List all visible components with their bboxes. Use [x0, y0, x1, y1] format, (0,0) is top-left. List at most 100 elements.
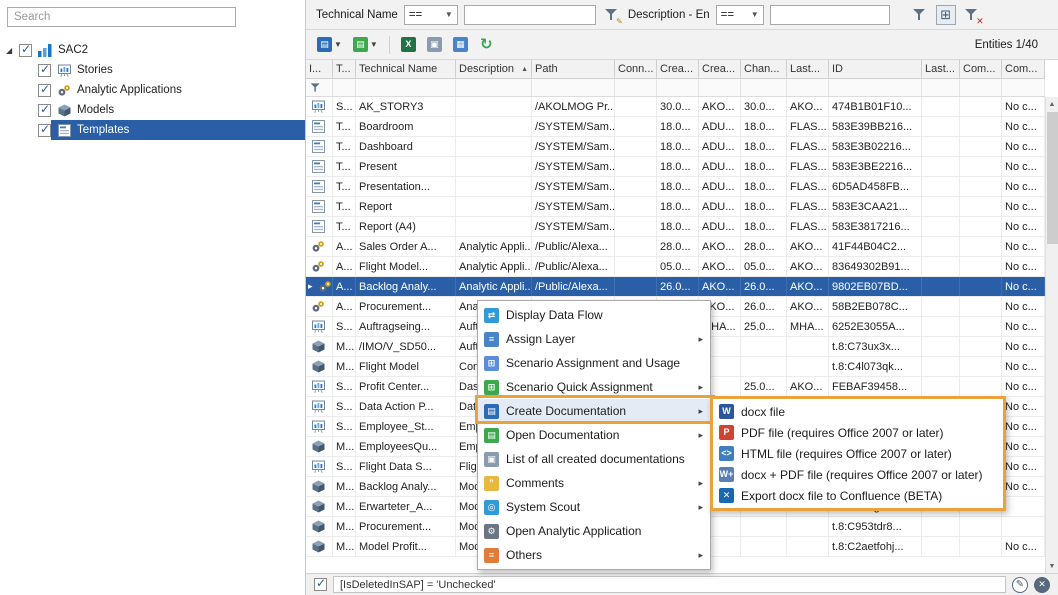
table-row[interactable]: S...AK_STORY3/AKOLMOG Pr...30.0...AKO...… — [306, 97, 1045, 117]
menu-item-pdf-file-requires-office-2007-or-later[interactable]: PPDF file (requires Office 2007 or later… — [713, 422, 1003, 443]
column-header-conn[interactable]: Conn... — [615, 60, 657, 78]
filter-row-cell[interactable] — [922, 79, 960, 96]
edit-filter-icon[interactable]: ✎ — [602, 5, 622, 25]
tree-item-sac2[interactable]: ◢ SAC2 — [0, 40, 305, 60]
column-header-com[interactable]: Com... — [960, 60, 1002, 78]
technical-name-filter-input[interactable] — [464, 5, 596, 25]
menu-item-system-scout[interactable]: ◎System Scout▸ — [478, 495, 710, 519]
column-header-chan[interactable]: Chan... — [741, 60, 787, 78]
tree-item-analytic-applications[interactable]: Analytic Applications — [0, 80, 305, 100]
menu-item-list-of-all-created-documentations[interactable]: ▣List of all created documentations — [478, 447, 710, 471]
remove-filter-expression-button[interactable]: ✕ — [1034, 577, 1050, 593]
cell-icon — [306, 337, 333, 356]
tree-checkbox[interactable] — [38, 124, 51, 137]
create-documentation-button[interactable]: ▤▼ — [314, 34, 345, 56]
column-header-description[interactable]: Description▲ — [456, 60, 532, 78]
cell-technical-name: Dashboard — [356, 137, 456, 156]
filter-icon[interactable] — [910, 5, 930, 25]
status-bar: [IsDeletedInSAP] = 'Unchecked' ✎ ✕ — [306, 573, 1058, 595]
submenu-arrow-icon: ▸ — [698, 550, 703, 561]
menu-item-assign-layer[interactable]: ≡Assign Layer▸ — [478, 327, 710, 351]
tree-checkbox[interactable] — [38, 104, 51, 117]
filter-row-cell[interactable] — [1002, 79, 1045, 96]
edit-filter-expression-button[interactable]: ✎ — [1012, 577, 1028, 593]
copy-table-button[interactable]: ▣ — [424, 34, 445, 56]
search-input[interactable] — [7, 7, 236, 27]
column-header-com[interactable]: Com... — [1002, 60, 1045, 78]
cell-path: /SYSTEM/Sam... — [532, 177, 615, 196]
table-row[interactable]: A...Flight Model...Analytic Appli.../Pub… — [306, 257, 1045, 277]
tree-expander-icon[interactable]: ◢ — [6, 46, 19, 55]
column-header-crea[interactable]: Crea... — [699, 60, 741, 78]
filter-row-cell[interactable] — [333, 79, 356, 96]
table-row[interactable]: T...Boardroom/SYSTEM/Sam...18.0...ADU...… — [306, 117, 1045, 137]
filter-row-cell[interactable] — [699, 79, 741, 96]
scroll-down-icon[interactable]: ▼ — [1046, 559, 1058, 573]
filter-row-cell[interactable] — [532, 79, 615, 96]
filter-row-toggle-button[interactable]: ⊞ — [936, 5, 956, 25]
menu-item-docx-pdf-file-requires-office-2007-or-later[interactable]: W+docx + PDF file (requires Office 2007 … — [713, 464, 1003, 485]
cell-com-1 — [960, 357, 1002, 376]
tree-item-templates[interactable]: Templates — [0, 120, 305, 140]
cell-com-1 — [960, 537, 1002, 556]
column-header-last[interactable]: Last... — [922, 60, 960, 78]
filter-row-cell[interactable] — [456, 79, 532, 96]
column-header-id[interactable]: ID — [829, 60, 922, 78]
filter-row-cell[interactable] — [960, 79, 1002, 96]
vertical-scrollbar[interactable]: ▲ ▼ — [1045, 97, 1058, 573]
tree-checkbox[interactable] — [38, 64, 51, 77]
cell-technical-name: EmployeesQu... — [356, 437, 456, 456]
menu-item-open-documentation[interactable]: ▤Open Documentation▸ — [478, 423, 710, 447]
column-header-i[interactable]: I... — [306, 60, 333, 78]
menu-item-others[interactable]: ≡Others▸ — [478, 543, 710, 567]
system-scout-icon: ◎ — [484, 500, 499, 515]
scroll-up-icon[interactable]: ▲ — [1046, 97, 1058, 111]
column-header-path[interactable]: Path — [532, 60, 615, 78]
menu-item-scenario-assignment-and-usage[interactable]: ⊞Scenario Assignment and Usage — [478, 351, 710, 375]
cell-com-2: No c... — [1002, 537, 1045, 556]
cell-changed — [741, 357, 787, 376]
tree-checkbox[interactable] — [38, 84, 51, 97]
open-documentation-button[interactable]: ▤▼ — [350, 34, 381, 56]
column-header-t[interactable]: T... — [333, 60, 356, 78]
menu-item-scenario-quick-assignment[interactable]: ⊞Scenario Quick Assignment▸ — [478, 375, 710, 399]
menu-item-open-analytic-application[interactable]: ⚙Open Analytic Application — [478, 519, 710, 543]
tree-item-models[interactable]: Models — [0, 100, 305, 120]
menu-item-docx-file[interactable]: Wdocx file — [713, 401, 1003, 422]
clear-filter-button[interactable]: ✕ — [962, 5, 982, 25]
menu-item-html-file-requires-office-2007-or-later[interactable]: <>HTML file (requires Office 2007 or lat… — [713, 443, 1003, 464]
filter-row-cell[interactable] — [741, 79, 787, 96]
menu-item-create-documentation[interactable]: ▤Create Documentation▸ — [478, 399, 710, 423]
table-row[interactable]: T...Report/SYSTEM/Sam...18.0...ADU...18.… — [306, 197, 1045, 217]
cell-created-by: AKO... — [699, 97, 741, 116]
table-layout-button[interactable]: ▦ — [450, 34, 471, 56]
export-excel-button[interactable]: X — [398, 34, 419, 56]
table-row[interactable]: T...Presentation.../SYSTEM/Sam...18.0...… — [306, 177, 1045, 197]
table-row[interactable]: T...Dashboard/SYSTEM/Sam...18.0...ADU...… — [306, 137, 1045, 157]
status-filter-checkbox[interactable] — [314, 578, 327, 591]
table-row[interactable]: T...Report (A4)/SYSTEM/Sam...18.0...ADU.… — [306, 217, 1045, 237]
technical-name-operator-select[interactable]: == ▼ — [404, 5, 458, 25]
column-header-technical-name[interactable]: Technical Name — [356, 60, 456, 78]
description-filter-input[interactable] — [770, 5, 890, 25]
refresh-button[interactable]: ↻ — [476, 34, 497, 56]
filter-row-cell[interactable] — [657, 79, 699, 96]
column-header-crea[interactable]: Crea... — [657, 60, 699, 78]
menu-item-export-docx-file-to-confluence-beta[interactable]: ✕Export docx file to Confluence (BETA) — [713, 485, 1003, 506]
table-row[interactable]: T...Present/SYSTEM/Sam...18.0...ADU...18… — [306, 157, 1045, 177]
table-row[interactable]: A...Sales Order A...Analytic Appli.../Pu… — [306, 237, 1045, 257]
menu-item-display-data-flow[interactable]: ⇄Display Data Flow — [478, 303, 710, 327]
tree-checkbox[interactable] — [19, 44, 32, 57]
filter-row-cell[interactable] — [787, 79, 829, 96]
menu-item-comments[interactable]: ”Comments▸ — [478, 471, 710, 495]
sort-ascending-icon: ▲ — [519, 66, 528, 73]
description-operator-select[interactable]: == ▼ — [716, 5, 764, 25]
filter-row-cell[interactable] — [615, 79, 657, 96]
table-row[interactable]: ▸A...Backlog Analy...Analytic Appli.../P… — [306, 277, 1045, 297]
filter-row-cell[interactable] — [829, 79, 922, 96]
scrollbar-thumb[interactable] — [1047, 112, 1058, 244]
column-header-last[interactable]: Last... — [787, 60, 829, 78]
filter-row-icon-cell[interactable] — [306, 79, 333, 96]
filter-row-cell[interactable] — [356, 79, 456, 96]
tree-item-stories[interactable]: Stories — [0, 60, 305, 80]
